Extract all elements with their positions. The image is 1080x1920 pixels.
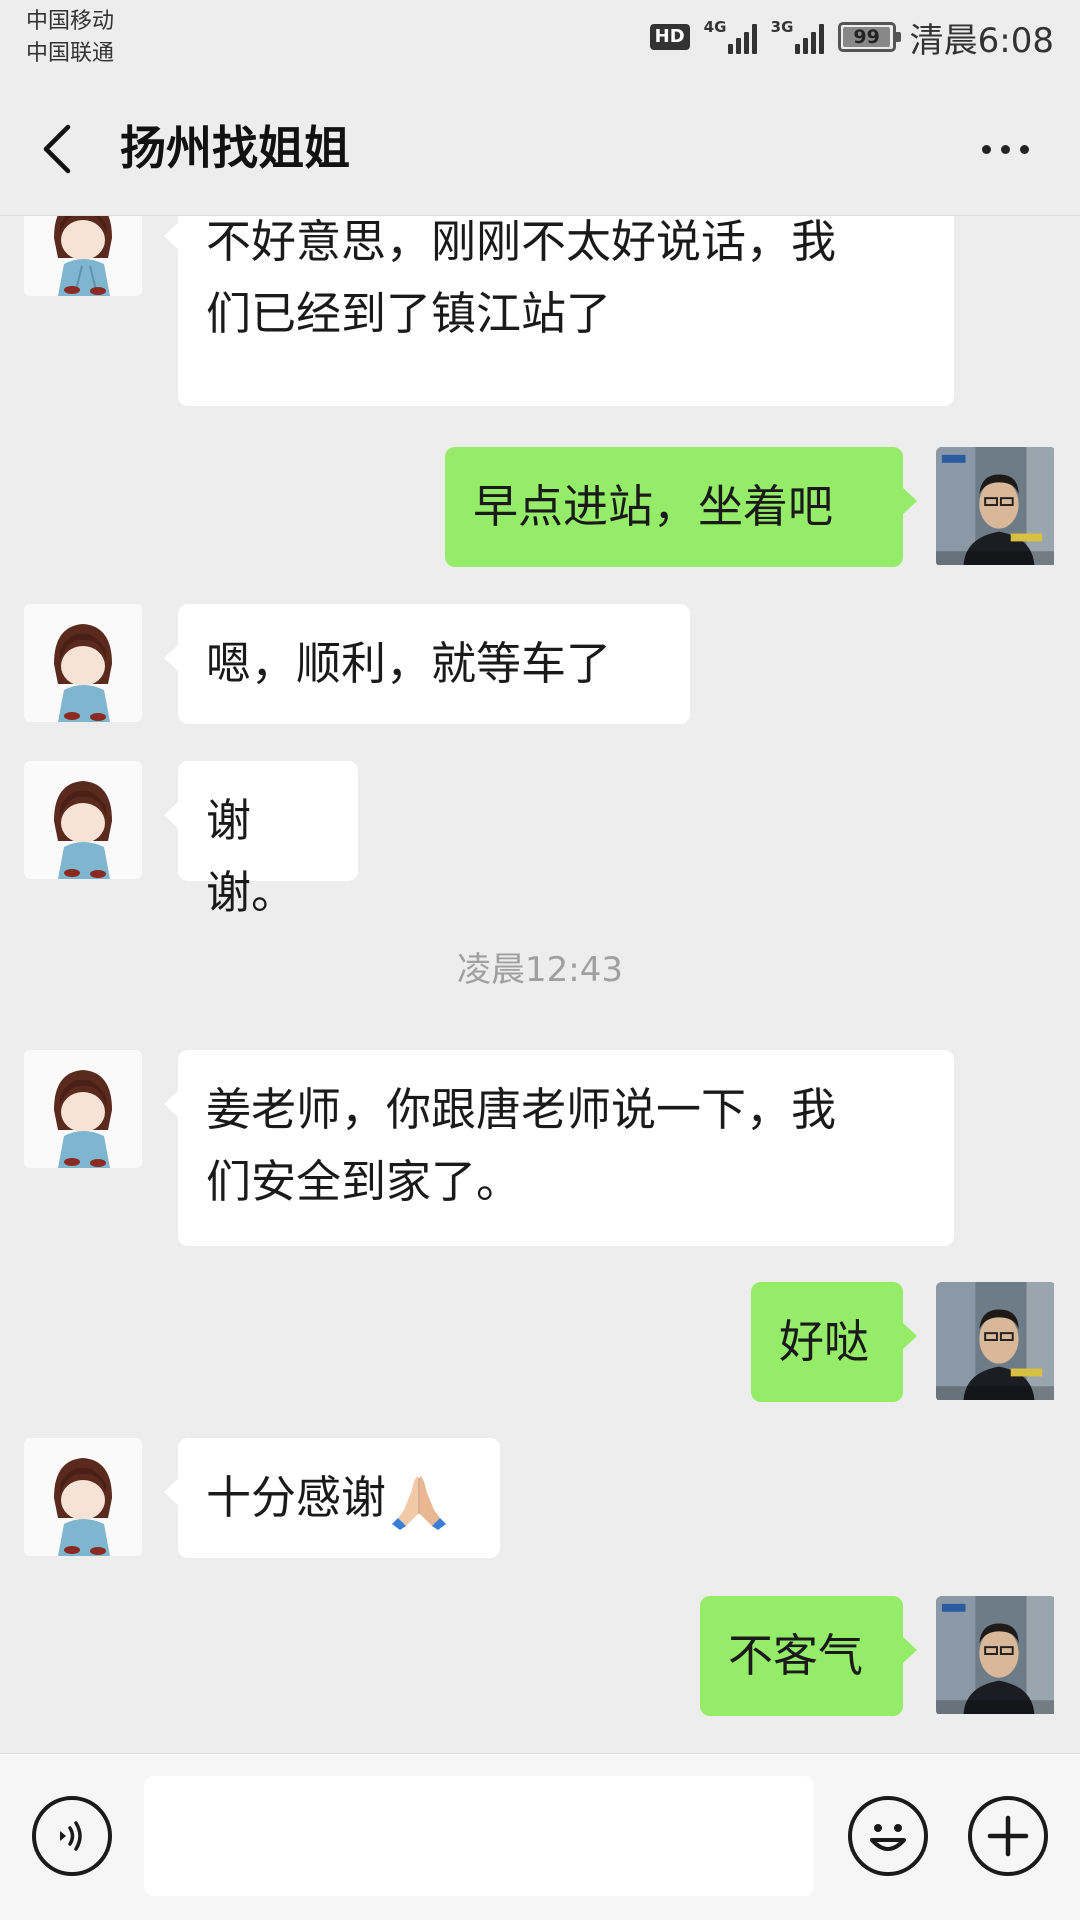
status-time: 清晨6:08 <box>909 20 1054 61</box>
signal-3g-icon: 3G <box>770 18 824 54</box>
back-button[interactable] <box>28 114 88 184</box>
message-text-line: 们已经到了镇江站了 <box>206 287 612 340</box>
plus-button[interactable] <box>968 1796 1048 1876</box>
chat-screen: 中国移动 中国联通 HD 4G 3G 99 清晨6:08 扬州找姐姐 不好意思，… <box>0 0 1080 1920</box>
chat-header: 扬州找姐姐 <box>0 80 1080 216</box>
contact-avatar[interactable] <box>24 761 142 879</box>
status-bar: 中国移动 中国联通 HD 4G 3G 99 清晨6:08 <box>0 0 1080 80</box>
more-button[interactable] <box>970 124 1040 174</box>
message-list[interactable]: 不好意思，刚刚不太好说话，我 们已经到了镇江站了 早点进站，坐着吧 嗯，顺利，就… <box>0 216 1080 1753</box>
chat-input-bar <box>0 1753 1080 1920</box>
self-avatar[interactable] <box>936 1596 1056 1716</box>
message-bubble[interactable]: 好哒 <box>751 1282 917 1402</box>
signal-4g-icon: 4G <box>703 18 757 54</box>
man-photo-avatar-icon <box>936 1596 1054 1714</box>
voice-button[interactable] <box>32 1796 112 1876</box>
message-text: 好哒 <box>779 1315 870 1368</box>
more-dots-icon <box>981 144 991 154</box>
message-text: 不客气 <box>728 1629 864 1682</box>
message-bubble[interactable]: 嗯，顺利，就等车了 <box>164 604 690 724</box>
message-text: 十分感谢 <box>206 1471 387 1524</box>
status-icons: HD 4G 3G 99 清晨6:08 <box>649 12 1054 62</box>
anime-boy-avatar-icon <box>24 216 142 296</box>
voice-icon <box>60 1821 82 1851</box>
message-text: 早点进站，坐着吧 <box>473 480 834 533</box>
carrier-2: 中国联通 <box>26 41 115 66</box>
message-text: 嗯，顺利，就等车了 <box>206 637 612 690</box>
plus-icon <box>987 1815 1029 1857</box>
network-3g-label: 3G <box>770 18 794 36</box>
man-photo-avatar-icon <box>936 1282 1054 1400</box>
message-text: 谢谢。 <box>206 794 297 919</box>
self-avatar[interactable] <box>936 1282 1056 1402</box>
carrier-info: 中国移动 中国联通 <box>26 6 114 70</box>
message-input[interactable] <box>144 1776 814 1896</box>
contact-avatar[interactable] <box>24 1438 142 1556</box>
message-bubble[interactable]: 谢谢。 <box>164 761 358 919</box>
carrier-1: 中国移动 <box>26 9 115 34</box>
anime-boy-avatar-icon <box>24 761 142 879</box>
self-avatar[interactable] <box>936 447 1056 567</box>
network-4g-label: 4G <box>703 18 727 36</box>
timestamp-separator: 凌晨12:43 <box>457 950 623 990</box>
chat-title: 扬州找姐姐 <box>120 121 350 175</box>
hd-icon: HD <box>649 24 690 50</box>
contact-avatar[interactable] <box>24 216 142 296</box>
contact-avatar[interactable] <box>24 604 142 722</box>
message-bubble[interactable]: 姜老师，你跟唐老师说一下，我 们安全到家了。 <box>164 1050 954 1246</box>
message-bubble[interactable]: 不客气 <box>700 1596 917 1716</box>
message-text-line: 们安全到家了。 <box>206 1155 522 1208</box>
anime-boy-avatar-icon <box>24 1438 142 1556</box>
anime-boy-avatar-icon <box>24 604 142 722</box>
message-text-line: 姜老师，你跟唐老师说一下，我 <box>206 1083 837 1136</box>
folded-hands-icon <box>392 1476 447 1530</box>
anime-boy-avatar-icon <box>24 1050 142 1168</box>
man-photo-avatar-icon <box>936 447 1054 565</box>
message-bubble[interactable]: 不好意思，刚刚不太好说话，我 们已经到了镇江站了 <box>164 216 954 406</box>
chevron-left-icon <box>43 124 71 174</box>
message-bubble[interactable]: 十分感谢 <box>164 1438 500 1558</box>
battery-level: 99 <box>853 26 880 48</box>
contact-avatar[interactable] <box>24 1050 142 1168</box>
message-bubble[interactable]: 早点进站，坐着吧 <box>445 447 917 567</box>
emoji-button[interactable] <box>848 1796 928 1876</box>
message-text-line: 不好意思，刚刚不太好说话，我 <box>206 216 837 268</box>
battery-icon: 99 <box>837 22 901 52</box>
smiley-icon <box>870 1824 906 1851</box>
